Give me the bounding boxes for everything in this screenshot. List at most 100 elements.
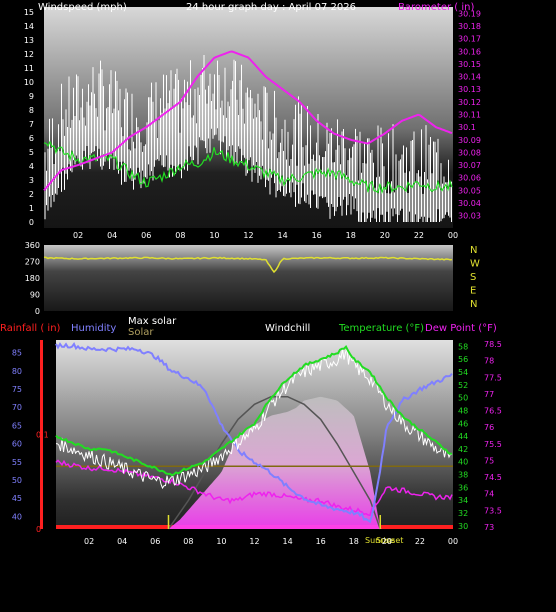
windspeed-tick-label: 11 bbox=[24, 64, 34, 73]
temperature-tick-label: 54 bbox=[458, 368, 468, 377]
humidity-tick-label: 70 bbox=[12, 403, 22, 412]
barometer-tick-label: 78.5 bbox=[484, 340, 502, 349]
wind-direction-tick-label: 90 bbox=[30, 291, 40, 300]
windspeed-tick-label: 9 bbox=[29, 92, 34, 101]
time-tick-label: 04 bbox=[117, 537, 127, 546]
compass-label: N bbox=[470, 245, 477, 256]
temperature-tick-label: 38 bbox=[458, 471, 468, 480]
barometer-tick-label: 30.16 bbox=[458, 47, 481, 56]
time-tick-label: 02 bbox=[84, 537, 94, 546]
barometer-tick-label: 30.03 bbox=[458, 212, 481, 221]
time-tick-label: 16 bbox=[312, 231, 322, 240]
temperature-tick-label: 52 bbox=[458, 381, 468, 390]
barometer-tick-label: 30.07 bbox=[458, 161, 481, 170]
time-tick-label: 00 bbox=[448, 231, 458, 240]
windspeed-tick-label: 1 bbox=[29, 204, 34, 213]
windspeed-tick-label: 5 bbox=[29, 148, 34, 157]
barometer-tick-label: 30.18 bbox=[458, 22, 481, 31]
time-tick-label: 12 bbox=[249, 537, 259, 546]
dew-point-label: Dew Point (°F) bbox=[425, 323, 497, 334]
windspeed-tick-label: 0 bbox=[29, 218, 34, 227]
compass-label: S bbox=[470, 272, 476, 283]
temperature-tick-label: 36 bbox=[458, 483, 468, 492]
barometer-tick-label: 30.09 bbox=[458, 136, 481, 145]
time-tick-label: 22 bbox=[414, 231, 424, 240]
barometer-tick-label: 30.17 bbox=[458, 35, 481, 44]
humidity-tick-label: 60 bbox=[12, 440, 22, 449]
windspeed-tick-label: 13 bbox=[24, 36, 34, 45]
barometer-tick-label: 76.5 bbox=[484, 407, 502, 416]
temperature-tick-label: 50 bbox=[458, 394, 468, 403]
temperature-tick-label: 46 bbox=[458, 419, 468, 428]
wind-direction-tick-label: 270 bbox=[25, 258, 40, 267]
time-tick-label: 18 bbox=[346, 231, 356, 240]
barometer-tick-label: 30.12 bbox=[458, 98, 481, 107]
time-tick-label: 20 bbox=[382, 537, 392, 546]
chart-title: 24 hour graph day : April 07 2026 bbox=[186, 2, 356, 13]
time-tick-label: 14 bbox=[277, 231, 287, 240]
humidity-tick-label: 85 bbox=[12, 349, 22, 358]
humidity-tick-label: 45 bbox=[12, 494, 22, 503]
temperature-tick-label: 40 bbox=[458, 458, 468, 467]
barometer-tick-label: 76 bbox=[484, 423, 494, 432]
temperature-label: Temperature (°F) bbox=[338, 323, 424, 334]
temperature-tick-label: 56 bbox=[458, 355, 468, 364]
max-solar-label: Max solar bbox=[128, 316, 177, 327]
humidity-tick-label: 75 bbox=[12, 385, 22, 394]
windspeed-tick-label: 3 bbox=[29, 176, 34, 185]
barometer-tick-label: 75.5 bbox=[484, 440, 502, 449]
windspeed-tick-label: 7 bbox=[29, 120, 34, 129]
barometer-tick-label: 30.14 bbox=[458, 73, 481, 82]
barometer-tick-label: 30.13 bbox=[458, 85, 481, 94]
time-tick-label: 14 bbox=[282, 537, 292, 546]
rainfall-label: Rainfall ( in) bbox=[0, 323, 61, 334]
barometer-tick-label: 77 bbox=[484, 390, 494, 399]
time-tick-label: 22 bbox=[415, 537, 425, 546]
time-tick-label: 18 bbox=[349, 537, 359, 546]
temperature-tick-label: 30 bbox=[458, 522, 468, 531]
panel2-plot-area bbox=[44, 245, 453, 311]
barometer-tick-label: 30.04 bbox=[458, 199, 481, 208]
wind-direction-tick-label: 180 bbox=[25, 274, 40, 283]
barometer-tick-label: 75 bbox=[484, 456, 494, 465]
time-tick-label: 08 bbox=[183, 537, 193, 546]
windspeed-axis-label: Windspeed (mph) bbox=[38, 2, 127, 13]
solar-label: Solar bbox=[128, 327, 154, 338]
time-tick-label: 20 bbox=[380, 231, 390, 240]
time-tick-label: 06 bbox=[141, 231, 151, 240]
wind-direction-tick-label: 360 bbox=[25, 241, 40, 250]
wind-direction-tick-label: 0 bbox=[35, 307, 40, 316]
windspeed-tick-label: 2 bbox=[29, 190, 34, 199]
time-tick-label: 16 bbox=[316, 537, 326, 546]
barometer-tick-label: 30.08 bbox=[458, 148, 481, 157]
humidity-tick-label: 40 bbox=[12, 512, 22, 521]
compass-label: N bbox=[470, 299, 477, 310]
temperature-tick-label: 58 bbox=[458, 342, 468, 351]
compass-label: W bbox=[470, 259, 480, 270]
time-tick-label: 10 bbox=[216, 537, 226, 546]
time-tick-label: 10 bbox=[209, 231, 219, 240]
windspeed-tick-label: 12 bbox=[24, 50, 34, 59]
temperature-tick-label: 34 bbox=[458, 496, 468, 505]
weather-chart: Windspeed (mph) 24 hour graph day : Apri… bbox=[0, 2, 502, 546]
barometer-tick-label: 77.5 bbox=[484, 373, 502, 382]
windspeed-tick-label: 14 bbox=[24, 22, 34, 31]
barometer-tick-label: 30.19 bbox=[458, 9, 481, 18]
time-tick-label: 04 bbox=[107, 231, 117, 240]
barometer-tick-label: 30.05 bbox=[458, 186, 481, 195]
windspeed-tick-label: 10 bbox=[24, 78, 34, 87]
barometer-tick-label: 78 bbox=[484, 357, 494, 366]
barometer-tick-label: 30.15 bbox=[458, 60, 481, 69]
time-tick-label: 12 bbox=[243, 231, 253, 240]
time-tick-label: 02 bbox=[73, 231, 83, 240]
barometer-tick-label: 73.5 bbox=[484, 506, 502, 515]
barometer-tick-label: 30.1 bbox=[458, 123, 476, 132]
windspeed-tick-label: 6 bbox=[29, 134, 34, 143]
barometer-tick-label: 74 bbox=[484, 490, 494, 499]
windspeed-tick-label: 15 bbox=[24, 8, 34, 17]
barometer-tick-label: 30.11 bbox=[458, 111, 481, 120]
barometer-tick-label: 74.5 bbox=[484, 473, 502, 482]
temperature-tick-label: 44 bbox=[458, 432, 468, 441]
time-tick-label: 00 bbox=[448, 537, 458, 546]
humidity-label: Humidity bbox=[71, 323, 116, 334]
